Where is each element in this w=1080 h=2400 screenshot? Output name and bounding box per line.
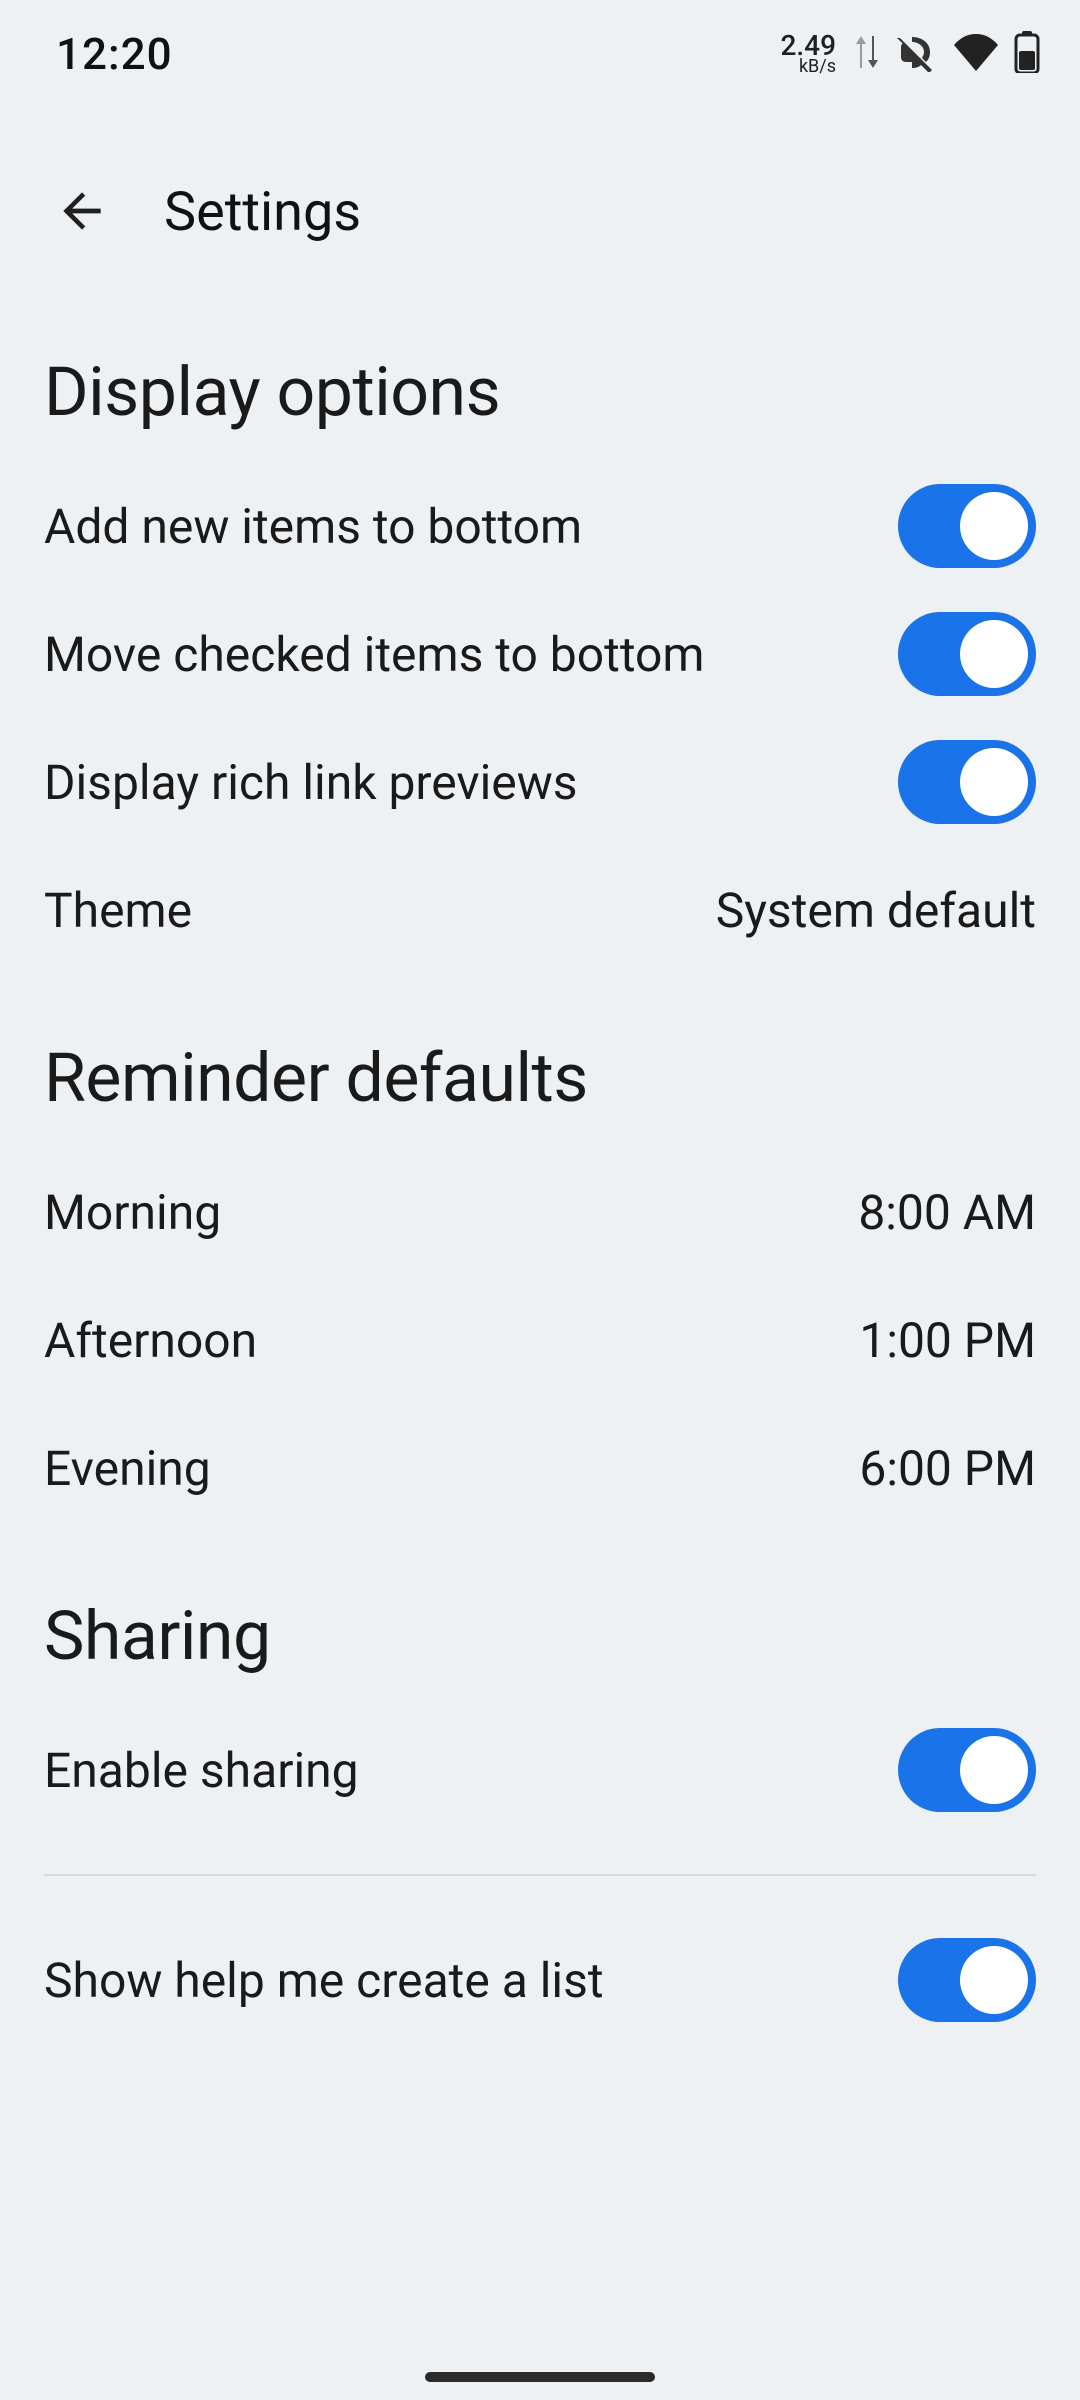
back-button[interactable] — [46, 176, 118, 248]
row-afternoon[interactable]: Afternoon 1:00 PM — [44, 1276, 1036, 1404]
enable-sharing-toggle[interactable] — [898, 1728, 1036, 1812]
data-arrows-icon — [854, 32, 880, 76]
morning-label: Morning — [44, 1184, 221, 1241]
row-morning[interactable]: Morning 8:00 AM — [44, 1148, 1036, 1276]
theme-label: Theme — [44, 882, 192, 939]
row-theme[interactable]: Theme System default — [44, 846, 1036, 974]
divider — [44, 1874, 1036, 1876]
add-new-items-label: Add new items to bottom — [44, 498, 582, 555]
row-move-checked[interactable]: Move checked items to bottom — [44, 590, 1036, 718]
section-reminder-defaults: Reminder defaults — [44, 1038, 1036, 1118]
help-create-list-toggle[interactable] — [898, 1938, 1036, 2022]
status-right: 2.49 kB/s — [780, 31, 1040, 77]
arrow-left-icon — [54, 183, 110, 242]
wifi-icon — [952, 33, 1000, 75]
morning-value: 8:00 AM — [858, 1184, 1036, 1241]
rich-link-label: Display rich link previews — [44, 754, 578, 811]
mute-icon — [894, 32, 938, 76]
status-time: 12:20 — [56, 28, 173, 80]
enable-sharing-label: Enable sharing — [44, 1742, 359, 1799]
afternoon-label: Afternoon — [44, 1312, 257, 1369]
row-add-new-items[interactable]: Add new items to bottom — [44, 462, 1036, 590]
battery-icon — [1014, 31, 1040, 77]
row-rich-link[interactable]: Display rich link previews — [44, 718, 1036, 846]
page-title: Settings — [164, 181, 361, 244]
row-help-create-list[interactable]: Show help me create a list — [44, 1916, 1036, 2044]
evening-value: 6:00 PM — [859, 1440, 1036, 1497]
add-new-items-toggle[interactable] — [898, 484, 1036, 568]
row-enable-sharing[interactable]: Enable sharing — [44, 1706, 1036, 1834]
move-checked-toggle[interactable] — [898, 612, 1036, 696]
theme-value: System default — [716, 882, 1036, 939]
move-checked-label: Move checked items to bottom — [44, 626, 705, 683]
afternoon-value: 1:00 PM — [859, 1312, 1036, 1369]
evening-label: Evening — [44, 1440, 211, 1497]
row-evening[interactable]: Evening 6:00 PM — [44, 1404, 1036, 1532]
nav-handle[interactable] — [425, 2372, 655, 2382]
help-create-list-label: Show help me create a list — [44, 1952, 604, 2009]
rich-link-toggle[interactable] — [898, 740, 1036, 824]
section-sharing: Sharing — [44, 1596, 1036, 1676]
status-bar: 12:20 2.49 kB/s — [0, 0, 1080, 76]
network-speed: 2.49 kB/s — [780, 33, 836, 74]
section-display-options: Display options — [44, 352, 1036, 432]
appbar: Settings — [0, 76, 1080, 288]
